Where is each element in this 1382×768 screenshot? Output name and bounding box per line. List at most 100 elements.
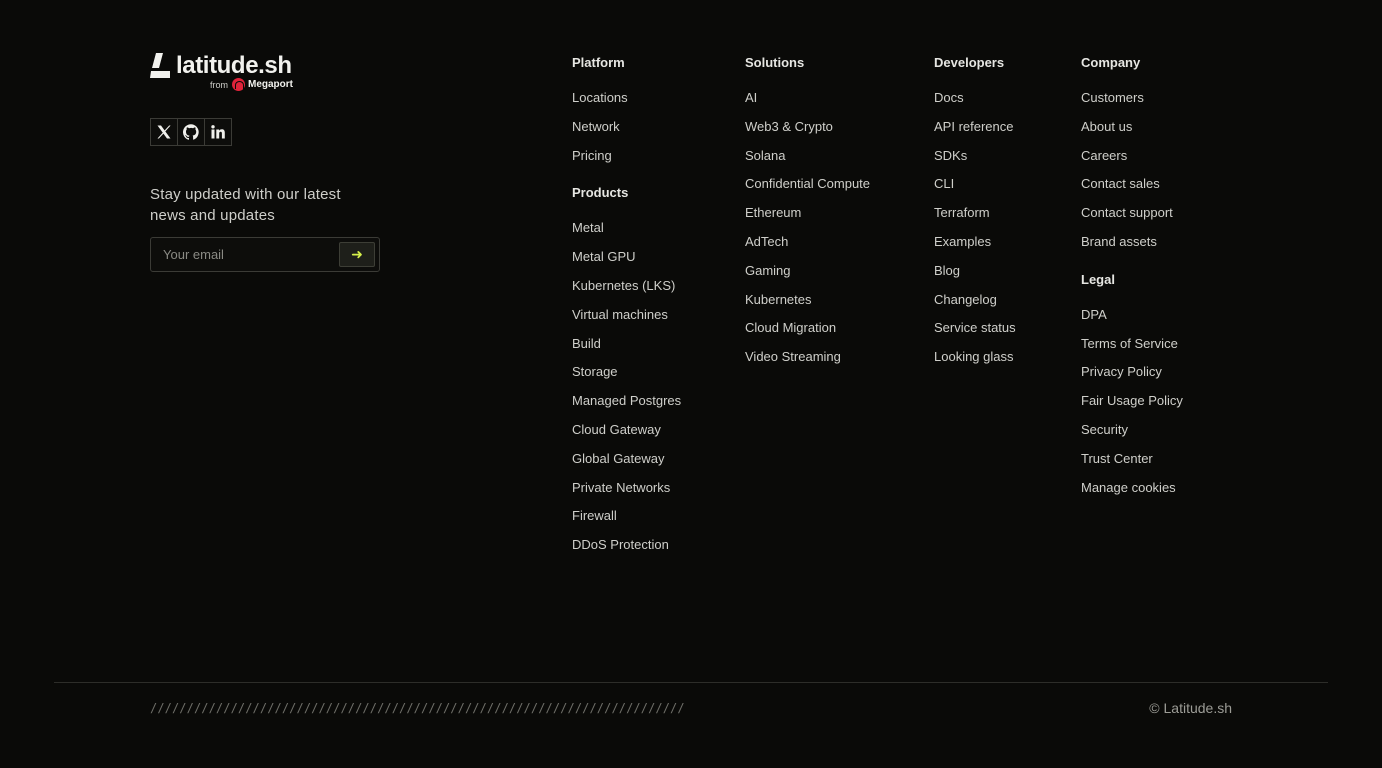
company-links: Customers About us Careers Contact sales Con… [1081, 90, 1183, 263]
linkedin-link[interactable] [204, 118, 232, 146]
linkedin-icon [211, 125, 225, 139]
developers-heading: Developers [934, 55, 1005, 70]
footer-link-item: Careers [1081, 148, 1183, 177]
footer-link-item: Virtual machines [572, 307, 681, 336]
footer-link-item: Kubernetes (LKS) [572, 278, 681, 307]
footer-link[interactable]: Solana [745, 148, 785, 163]
footer-link[interactable]: Changelog [934, 292, 997, 307]
footer-link-item: CLI [934, 176, 1016, 205]
arrow-right-icon: ➜ [351, 246, 363, 262]
footer-link[interactable]: Metal GPU [572, 249, 636, 264]
footer-link[interactable]: Terms of Service [1081, 336, 1178, 351]
footer-link-item: Web3 & Crypto [745, 119, 870, 148]
developers-column: Developers Docs API reference SDKs CLI Terra… [934, 56, 1016, 378]
footer-link[interactable]: CLI [934, 176, 954, 191]
logo-parent-tag: from Megaport [210, 78, 293, 91]
footer-link-item: Storage [572, 364, 681, 393]
footer-link[interactable]: DPA [1081, 307, 1107, 322]
footer-link[interactable]: Cloud Migration [745, 320, 836, 335]
footer-link[interactable]: Contact support [1081, 205, 1173, 220]
footer-link-item: Pricing [572, 148, 681, 177]
footer-link-item: Kubernetes [745, 292, 870, 321]
footer-link[interactable]: AI [745, 90, 757, 105]
footer-link[interactable]: Storage [572, 364, 618, 379]
legal-links: DPA Terms of Service Privacy Policy Fair Us… [1081, 307, 1183, 509]
platform-heading: Platform [572, 55, 625, 70]
footer-link-item: Docs [934, 90, 1016, 119]
footer-link-item: About us [1081, 119, 1183, 148]
company-column: Company Customers About us Careers Contact … [1081, 56, 1183, 508]
footer-link-item: Firewall [572, 508, 681, 537]
newsletter-text: Stay updated with our latest news and up… [150, 186, 341, 224]
footer-link[interactable]: Manage cookies [1081, 480, 1176, 495]
newsletter-form: ➜ [150, 237, 380, 272]
footer-link[interactable]: Video Streaming [745, 349, 841, 364]
footer-link[interactable]: Blog [934, 263, 960, 278]
footer-link[interactable]: Locations [572, 90, 628, 105]
email-input[interactable] [163, 247, 339, 262]
footer-link[interactable]: Virtual machines [572, 307, 668, 322]
footer-link[interactable]: Looking glass [934, 349, 1014, 364]
social-links [150, 118, 390, 146]
logo-wordmark: latitude.sh [176, 52, 292, 79]
footer-link[interactable]: Pricing [572, 148, 612, 163]
footer-link-item: Privacy Policy [1081, 364, 1183, 393]
footer-link[interactable]: Firewall [572, 508, 617, 523]
footer-link[interactable]: SDKs [934, 148, 967, 163]
x-twitter-icon [157, 125, 171, 139]
footer-link[interactable]: Customers [1081, 90, 1144, 105]
footer-link-item: Looking glass [934, 349, 1016, 378]
footer-link[interactable]: DDoS Protection [572, 537, 669, 552]
footer-link[interactable]: Managed Postgres [572, 393, 681, 408]
footer-link[interactable]: Kubernetes (LKS) [572, 278, 675, 293]
footer-link[interactable]: Kubernetes [745, 292, 812, 307]
footer-link[interactable]: API reference [934, 119, 1014, 134]
platform-column: Platform Locations Network Pricing Product… [572, 56, 681, 566]
footer-link[interactable]: Contact sales [1081, 176, 1160, 191]
footer-link[interactable]: Network [572, 119, 620, 134]
footer-link-item: Ethereum [745, 205, 870, 234]
footer-link[interactable]: Build [572, 336, 601, 351]
platform-links: Locations Network Pricing [572, 90, 681, 176]
footer-link[interactable]: About us [1081, 119, 1132, 134]
footer-link[interactable]: AdTech [745, 234, 788, 249]
footer-link[interactable]: Docs [934, 90, 964, 105]
footer-link[interactable]: Security [1081, 422, 1128, 437]
footer-link[interactable]: Careers [1081, 148, 1127, 163]
footer-link-item: Contact support [1081, 205, 1183, 234]
footer-link-item: Solana [745, 148, 870, 177]
footer-link[interactable]: Ethereum [745, 205, 801, 220]
x-twitter-link[interactable] [150, 118, 178, 146]
logo[interactable]: latitude.sh from Megaport [150, 53, 390, 93]
developers-links: Docs API reference SDKs CLI Terraform Example… [934, 90, 1016, 378]
subscribe-button[interactable]: ➜ [339, 242, 375, 267]
github-link[interactable] [177, 118, 205, 146]
footer-link[interactable]: Trust Center [1081, 451, 1153, 466]
footer-link-item: Confidential Compute [745, 176, 870, 205]
footer-link[interactable]: Metal [572, 220, 604, 235]
footer-link[interactable]: Privacy Policy [1081, 364, 1162, 379]
footer-link[interactable]: Examples [934, 234, 991, 249]
footer-link[interactable]: Web3 & Crypto [745, 119, 833, 134]
site-footer: latitude.sh from Megaport Stay updated w… [0, 0, 1382, 768]
footer-link[interactable]: Gaming [745, 263, 791, 278]
footer-link[interactable]: Global Gateway [572, 451, 665, 466]
footer-link-item: Security [1081, 422, 1183, 451]
footer-link[interactable]: Brand assets [1081, 234, 1157, 249]
footer-link[interactable]: Private Networks [572, 480, 670, 495]
footer-link[interactable]: Cloud Gateway [572, 422, 661, 437]
footer-link-item: Locations [572, 90, 681, 119]
footer-link[interactable]: Service status [934, 320, 1016, 335]
footer-link-item: DDoS Protection [572, 537, 681, 566]
footer-link-item: Cloud Migration [745, 320, 870, 349]
footer-link[interactable]: Terraform [934, 205, 990, 220]
products-links: Metal Metal GPU Kubernetes (LKS) Virtual ma… [572, 220, 681, 566]
solutions-links: AI Web3 & Crypto Solana Confidential Comput… [745, 90, 870, 378]
footer-link-item: Contact sales [1081, 176, 1183, 205]
products-heading: Products [572, 185, 629, 201]
footer-link[interactable]: Fair Usage Policy [1081, 393, 1183, 408]
megaport-icon [232, 78, 245, 91]
footer-link[interactable]: Confidential Compute [745, 176, 870, 191]
footer-link-item: Trust Center [1081, 451, 1183, 480]
company-heading: Company [1081, 55, 1141, 70]
